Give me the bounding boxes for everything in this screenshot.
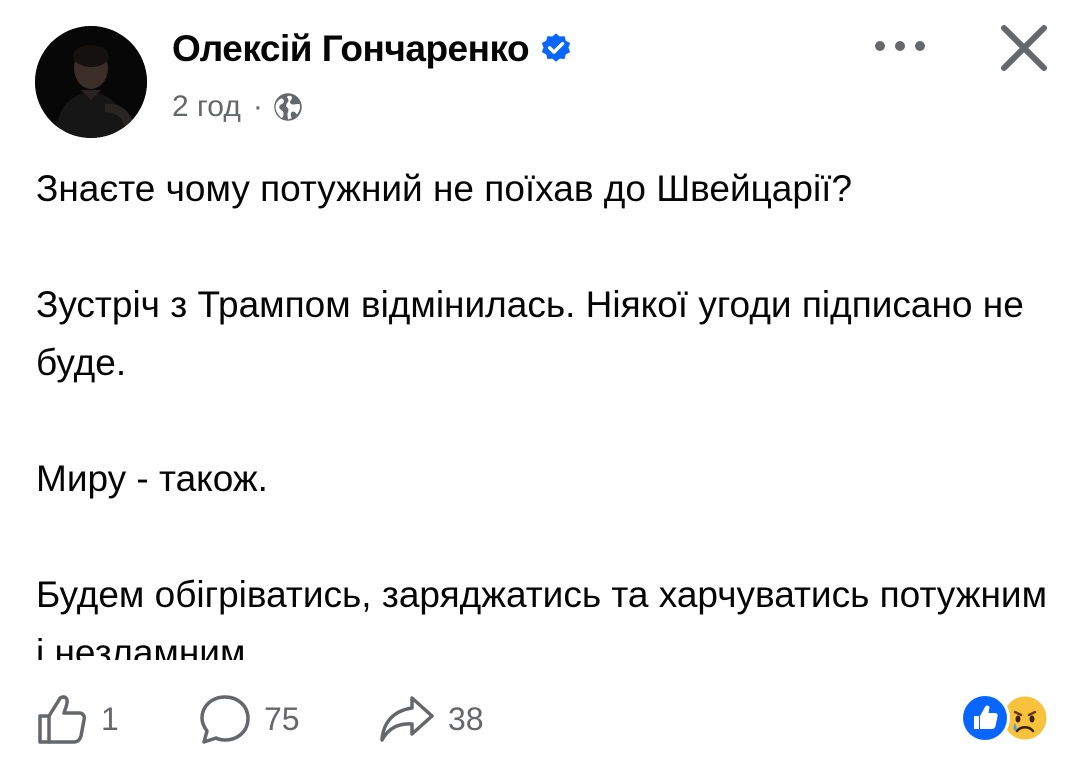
avatar-photo <box>35 26 147 138</box>
comment-button[interactable]: 75 <box>198 692 300 746</box>
like-button[interactable]: 1 <box>35 692 119 746</box>
close-icon <box>1001 25 1047 71</box>
avatar[interactable] <box>35 26 147 138</box>
thumbs-up-icon <box>38 695 86 744</box>
reactions-summary[interactable] <box>955 690 1055 746</box>
more-options-button[interactable] <box>868 28 932 64</box>
share-icon <box>380 696 434 742</box>
post-meta: 2 год · <box>172 90 303 124</box>
post-paragraph: Миру - також. <box>36 458 268 499</box>
like-count: 1 <box>101 700 119 737</box>
post-text: Знаєте чому потужний не поїхав до Швейца… <box>36 160 1056 660</box>
author-name-text[interactable]: Олексій Гончаренко <box>172 28 530 70</box>
share-button[interactable]: 38 <box>378 692 484 746</box>
share-count: 38 <box>448 700 484 737</box>
author-name[interactable]: Олексій Гончаренко <box>172 28 573 70</box>
post-actions-bar: 1 75 38 <box>0 680 1079 765</box>
post-paragraph: Зустріч з Трампом відмінилась. Ніякої уг… <box>36 284 1024 383</box>
verified-badge-icon <box>541 33 571 62</box>
reactions-icons <box>960 693 1050 743</box>
comment-count: 75 <box>264 700 300 737</box>
like-reaction-icon <box>960 693 1010 743</box>
more-options-icon <box>875 41 925 51</box>
post-paragraph: Знаєте чому потужний не поїхав до Швейца… <box>36 168 853 209</box>
post-paragraph: Будем обігріватись, заряджатись та харчу… <box>36 574 1048 660</box>
comment-icon <box>200 695 250 744</box>
post-header: Олексій Гончаренко 2 год · <box>0 0 1079 150</box>
close-button[interactable] <box>998 22 1050 74</box>
globe-icon <box>274 93 302 121</box>
post-time[interactable]: 2 год <box>172 90 241 124</box>
meta-separator: · <box>252 90 263 123</box>
